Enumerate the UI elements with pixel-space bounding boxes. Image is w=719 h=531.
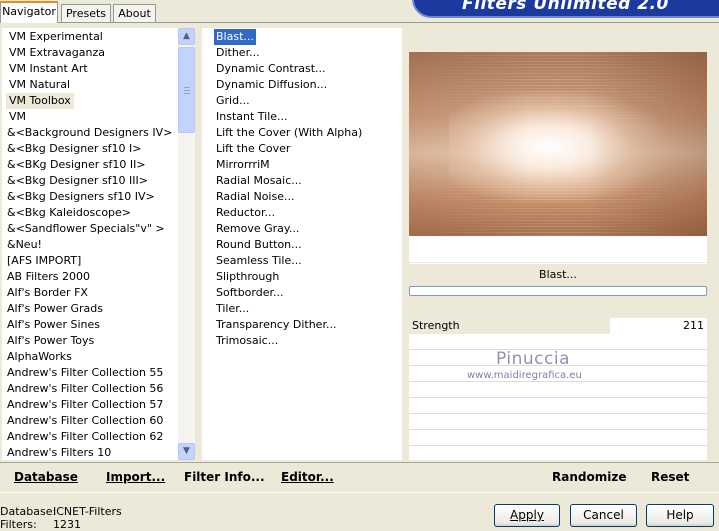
tab-presets[interactable]: Presets (61, 4, 111, 22)
divider (0, 462, 719, 463)
parameter-row-empty (409, 414, 707, 430)
category-item[interactable]: Andrew's Filter Collection 62 (4, 429, 166, 445)
category-item[interactable]: VM Instant Art (6, 61, 91, 77)
category-list[interactable]: VM Experimental VM Extravaganza VM Instant… (2, 28, 178, 460)
category-item[interactable]: VM Extravaganza (6, 45, 108, 61)
watermark-name: Pinuccia (496, 349, 570, 369)
filter-item[interactable]: Seamless Tile... (214, 253, 304, 269)
filter-item[interactable]: Instant Tile... (214, 109, 290, 125)
strength-value: 211 (683, 319, 704, 332)
strength-label: Strength (412, 319, 460, 332)
category-item[interactable]: &Neu! (4, 237, 45, 253)
filter-item[interactable]: Dynamic Contrast... (214, 61, 328, 77)
category-item[interactable]: AlphaWorks (4, 349, 75, 365)
randomize-button[interactable]: Randomize (552, 470, 626, 486)
category-item[interactable]: &<Sandflower Specials"v" > (4, 221, 168, 237)
database-button[interactable]: Database (14, 470, 78, 486)
category-item[interactable]: [AFS IMPORT] (4, 253, 84, 269)
filter-item[interactable]: Transparency Dither... (214, 317, 338, 333)
filter-item[interactable]: Blast... (214, 29, 256, 45)
category-item[interactable]: Andrew's Filter Collection 60 (4, 413, 166, 429)
filter-item[interactable]: Round Button... (214, 237, 304, 253)
filter-item[interactable]: Softborder... (214, 285, 286, 301)
category-item[interactable]: &<Bkg Designer sf10 III> (4, 173, 151, 189)
filter-item[interactable]: MirrorrriM (214, 157, 272, 173)
category-item[interactable]: Alf's Power Sines (4, 317, 103, 333)
parameter-row-empty (409, 398, 707, 414)
filter-item[interactable]: Radial Noise... (214, 189, 296, 205)
parameter-row-empty (409, 334, 707, 350)
category-scrollbar[interactable]: ▲ ▼ (178, 28, 195, 460)
parameter-row-empty (409, 382, 707, 398)
tab-about[interactable]: About (113, 4, 156, 22)
preview-image (409, 52, 707, 236)
editor-button[interactable]: Editor... (281, 470, 334, 486)
category-item[interactable]: &<Bkg Designer sf10 I> (4, 141, 145, 157)
progress-bar (409, 286, 707, 296)
category-item[interactable]: VM Natural (6, 77, 73, 93)
category-item[interactable]: Alf's Power Grads (4, 301, 106, 317)
status-filters-label: Filters: (0, 518, 37, 531)
category-item[interactable]: &<BKg Designer sf10 II> (4, 157, 149, 173)
reset-button[interactable]: Reset (651, 470, 689, 486)
filter-info-button[interactable]: Filter Info... (184, 470, 265, 486)
watermark-site: www.maidiregrafica.eu (467, 370, 582, 381)
category-item[interactable]: Andrew's Filter Collection 57 (4, 397, 166, 413)
parameter-row-strength[interactable]: Strength 211 (409, 318, 707, 334)
cancel-button[interactable]: Cancel (570, 504, 637, 527)
category-item[interactable]: VM Toolbox (6, 93, 74, 109)
category-item[interactable]: Andrew's Filter Collection 56 (4, 381, 166, 397)
category-item[interactable]: Alf's Border FX (4, 285, 91, 301)
filter-item[interactable]: Radial Mosaic... (214, 173, 304, 189)
filter-item[interactable]: Lift the Cover (214, 141, 292, 157)
filter-name-label: Blast... (409, 263, 707, 286)
category-item[interactable]: Andrew's Filter Collection 55 (4, 365, 166, 381)
import-button[interactable]: Import... (106, 470, 165, 486)
parameter-row-empty (409, 430, 707, 446)
filter-item[interactable]: Lift the Cover (With Alpha) (214, 125, 364, 141)
filter-item[interactable]: Grid... (214, 93, 252, 109)
filter-item[interactable]: Reductor... (214, 205, 277, 221)
scroll-thumb[interactable] (178, 47, 195, 133)
category-item[interactable]: &<Bkg Kaleidoscope> (4, 205, 134, 221)
filter-item[interactable]: Dither... (214, 45, 262, 61)
category-item[interactable]: VM (6, 109, 29, 125)
filter-item[interactable]: Dynamic Diffusion... (214, 77, 329, 93)
scroll-up-button[interactable]: ▲ (178, 28, 195, 45)
tab-navigator[interactable]: Navigator (0, 1, 58, 23)
category-item[interactable]: Alf's Power Toys (4, 333, 97, 349)
apply-button[interactable]: Apply (494, 504, 560, 527)
filter-item[interactable]: Trimosaic... (214, 333, 280, 349)
divider-bottom (0, 492, 719, 493)
status-database-value: ICNET-Filters (53, 505, 122, 518)
status-database-label: Database: (0, 505, 57, 518)
filter-item[interactable]: Remove Gray... (214, 221, 301, 237)
category-item[interactable]: &<Bkg Designers sf10 IV> (4, 189, 158, 205)
filter-item[interactable]: Slipthrough (214, 269, 281, 285)
status-filters-value: 1231 (53, 518, 81, 531)
category-item[interactable]: Andrew's Filters 10 (4, 445, 114, 460)
filter-list[interactable]: Blast... Dither... Dynamic Contrast... Dyna… (202, 28, 402, 460)
filter-item[interactable]: Tiler... (214, 301, 251, 317)
banner-title: Filters Unlimited 2.0 (462, 0, 669, 14)
category-item[interactable]: &<Background Designers IV> (4, 125, 175, 141)
category-item[interactable]: AB Filters 2000 (4, 269, 93, 285)
preview-footer (409, 236, 707, 262)
scroll-down-button[interactable]: ▼ (178, 443, 195, 460)
help-button[interactable]: Help (646, 504, 714, 527)
category-item[interactable]: VM Experimental (6, 29, 106, 45)
